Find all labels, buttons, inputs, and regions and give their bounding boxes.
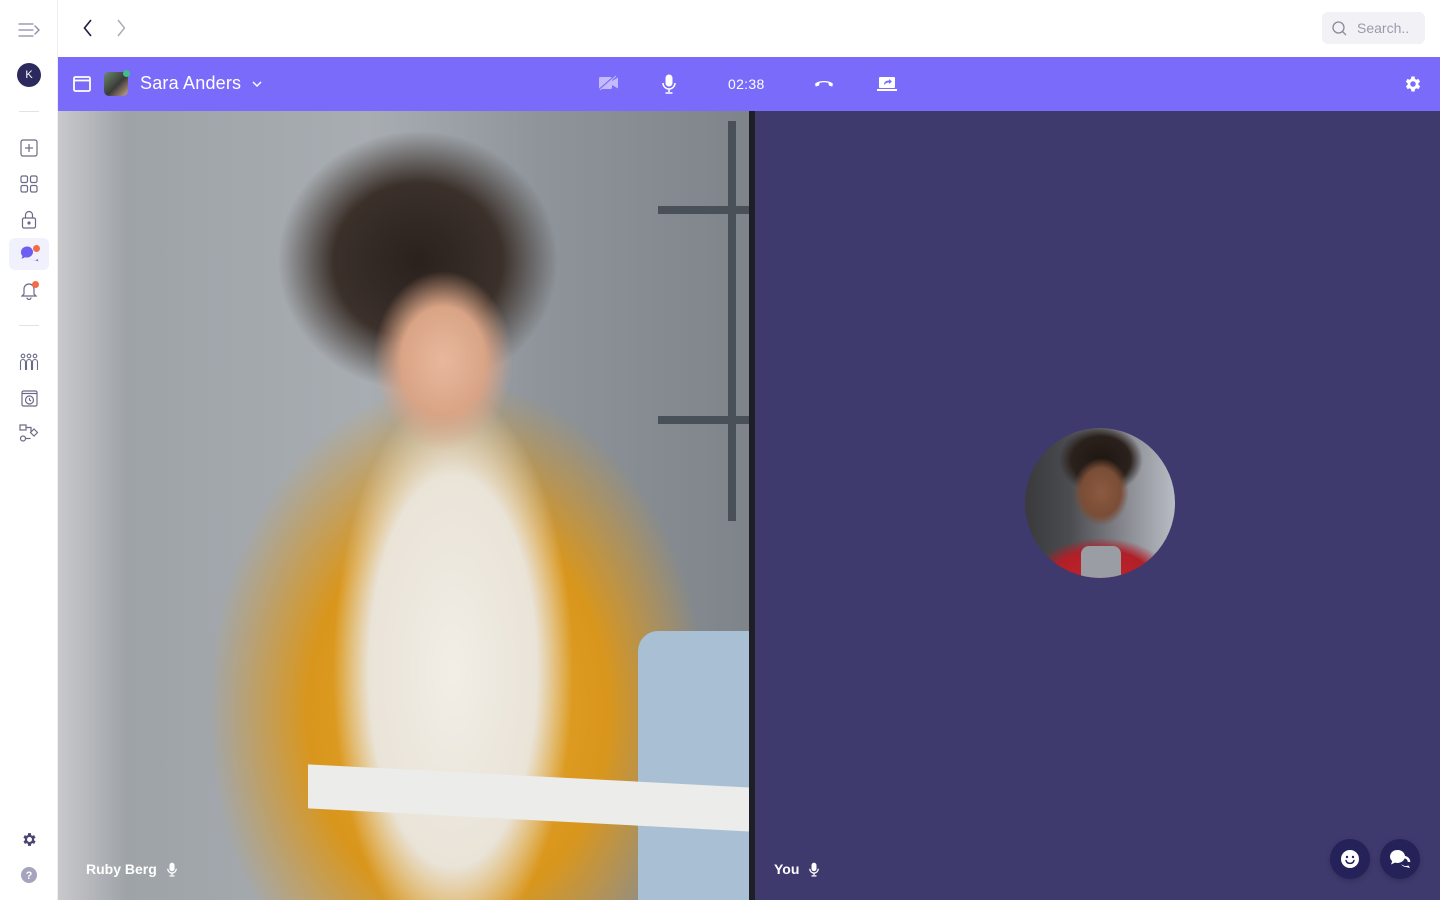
caller-name-dropdown[interactable]: Sara Anders (140, 73, 262, 94)
window-mode-button[interactable] (73, 76, 91, 92)
share-screen-button[interactable] (877, 76, 897, 92)
chat-button[interactable] (1380, 839, 1420, 879)
call-timer: 02:38 (728, 76, 765, 92)
sidebar-settings-button[interactable] (9, 823, 49, 855)
self-avatar (1025, 428, 1175, 578)
chevron-down-icon (252, 81, 262, 87)
sidebar-item-schedule[interactable] (9, 382, 49, 414)
workflow-icon (19, 424, 39, 442)
mic-toggle-button[interactable] (662, 74, 676, 94)
svg-text:?: ? (26, 870, 33, 882)
background-sofa (638, 631, 749, 900)
sidebar-item-security[interactable] (9, 203, 49, 235)
background-shelf (728, 121, 736, 521)
sidebar-item-chat[interactable] (9, 238, 49, 270)
forward-button[interactable] (109, 16, 133, 40)
mic-icon (662, 74, 676, 94)
gear-icon (1405, 76, 1421, 92)
sidebar-help-button[interactable]: ? (9, 859, 49, 891)
self-name-tag: You (774, 861, 820, 877)
call-settings-button[interactable] (1403, 74, 1423, 94)
sidebar-item-team[interactable] (9, 346, 49, 378)
window-icon (73, 76, 91, 92)
mic-icon (166, 862, 177, 877)
chat-badge (33, 245, 40, 252)
avatar-photo-detail (1081, 546, 1121, 578)
user-initial: K (25, 69, 33, 81)
search-input[interactable] (1357, 20, 1421, 36)
camera-toggle-button[interactable] (598, 75, 620, 91)
sidebar-divider (19, 325, 39, 326)
user-avatar[interactable]: K (17, 63, 41, 87)
participant-name: Ruby Berg (86, 861, 157, 877)
calendar-clock-icon (20, 390, 38, 407)
plus-square-icon (20, 139, 38, 157)
self-name: You (774, 861, 800, 877)
back-button[interactable] (76, 16, 100, 40)
app-root: K ? Search.. Sara Anders 02:38 Ruby Berg… (0, 0, 1440, 900)
screen-share-icon (877, 77, 897, 91)
participant-name-tag: Ruby Berg (86, 861, 177, 877)
call-header: Sara Anders 02:38 (58, 57, 1440, 111)
sidebar-item-notifications[interactable] (9, 274, 49, 306)
lock-icon (21, 210, 37, 229)
sidebar-item-workflow[interactable] (9, 417, 49, 449)
grid-icon (20, 175, 38, 193)
top-nav (58, 0, 1440, 57)
smiley-icon (1341, 850, 1359, 868)
people-icon (19, 353, 39, 370)
hang-up-icon (815, 81, 833, 87)
gear-icon (22, 832, 36, 846)
caller-avatar[interactable] (104, 70, 130, 96)
mic-icon (809, 862, 820, 877)
camera-off-icon (598, 75, 618, 91)
sidebar: K ? (0, 0, 58, 900)
end-call-button[interactable] (814, 78, 834, 88)
sidebar-item-apps[interactable] (9, 168, 49, 200)
search-icon (1332, 20, 1347, 35)
search-box[interactable] (1322, 12, 1425, 44)
menu-collapse-button[interactable] (9, 14, 49, 46)
caller-name: Sara Anders (140, 73, 242, 93)
sidebar-item-new[interactable] (9, 132, 49, 164)
menu-collapse-icon (18, 23, 40, 37)
reactions-button[interactable] (1330, 839, 1370, 879)
online-status-indicator (123, 70, 130, 77)
chevron-right-icon (117, 19, 126, 37)
self-video-panel[interactable]: You (749, 111, 1440, 900)
notifications-badge (32, 281, 39, 288)
chevron-left-icon (83, 19, 92, 37)
participant-video-ruby-berg[interactable]: Ruby Berg (58, 111, 749, 900)
sidebar-divider (19, 111, 39, 112)
chat-bubbles-icon (1389, 849, 1411, 868)
help-icon: ? (21, 867, 37, 883)
